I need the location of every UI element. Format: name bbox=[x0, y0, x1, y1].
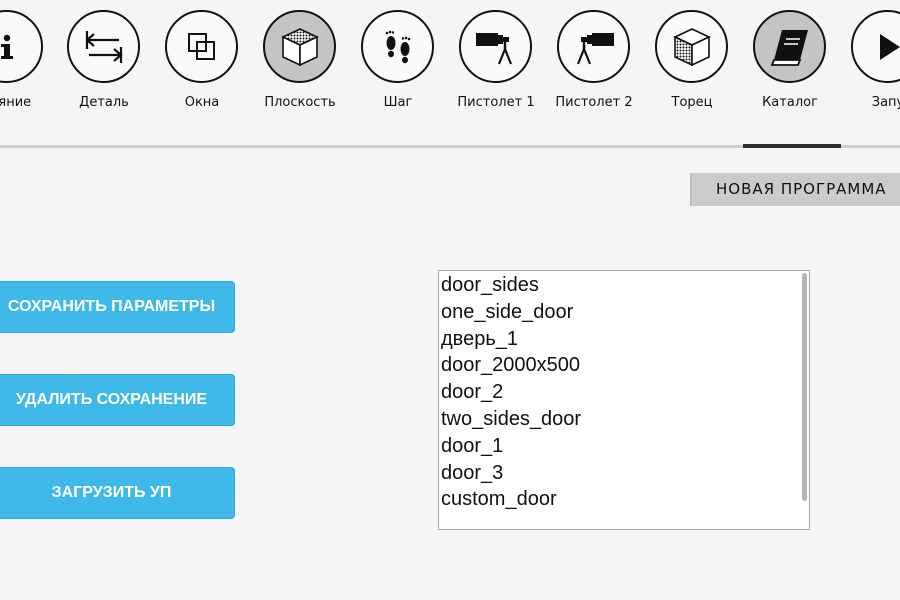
save-parameters-button[interactable]: СОХРАНИТЬ ПАРАМЕТРЫ bbox=[0, 281, 235, 333]
tool-end[interactable]: Торец bbox=[643, 10, 743, 140]
plane-cube-icon bbox=[263, 10, 336, 83]
top-toolbar: тояние Деталь bbox=[0, 0, 900, 150]
new-program-tab[interactable]: НОВАЯ ПРОГРАММА bbox=[690, 173, 900, 206]
scrollbar-thumb[interactable] bbox=[802, 273, 807, 501]
list-item[interactable]: one_side_door bbox=[439, 299, 809, 326]
tool-run[interactable]: Запу bbox=[839, 10, 900, 140]
list-item[interactable]: door_2000x500 bbox=[439, 352, 809, 379]
saved-programs-list[interactable]: door_sides one_side_door дверь_1 door_20… bbox=[438, 270, 810, 530]
tool-label: Торец bbox=[671, 95, 713, 110]
play-icon bbox=[851, 10, 900, 83]
tool-label: Пистолет 2 bbox=[555, 95, 633, 110]
tool-windows[interactable]: Окна bbox=[153, 10, 253, 140]
tool-label: Плоскость bbox=[264, 95, 336, 110]
list-item[interactable]: door_1 bbox=[439, 433, 809, 460]
list-item[interactable]: two_sides_door bbox=[439, 406, 809, 433]
tool-label: Каталог bbox=[762, 95, 818, 110]
list-item[interactable]: door_sides bbox=[439, 272, 809, 299]
tool-detail[interactable]: Деталь bbox=[55, 10, 155, 140]
tool-label: Шаг bbox=[383, 95, 413, 110]
tool-step[interactable]: Шаг bbox=[349, 10, 449, 140]
list-item[interactable]: дверь_1 bbox=[439, 326, 809, 353]
delete-save-button[interactable]: УДАЛИТЬ СОХРАНЕНИЕ bbox=[0, 374, 235, 426]
list-item[interactable]: door_3 bbox=[439, 460, 809, 487]
tool-label: Окна bbox=[184, 95, 220, 110]
tool-state[interactable]: тояние bbox=[0, 10, 58, 140]
list-item[interactable]: door_2 bbox=[439, 379, 809, 406]
gun-2-icon bbox=[557, 10, 630, 83]
footprints-icon bbox=[361, 10, 434, 83]
tool-catalog[interactable]: Каталог bbox=[741, 10, 841, 140]
tool-label: Деталь bbox=[79, 95, 129, 110]
detail-arrows-icon bbox=[67, 10, 140, 83]
tool-label: Запу bbox=[871, 95, 900, 110]
tool-gun-2[interactable]: Пистолет 2 bbox=[545, 10, 645, 140]
end-cube-icon bbox=[655, 10, 728, 83]
info-icon bbox=[0, 10, 43, 83]
active-tab-indicator bbox=[743, 144, 841, 148]
list-scrollbar[interactable] bbox=[802, 273, 808, 527]
list-item[interactable]: custom_door bbox=[439, 486, 809, 513]
catalog-book-icon bbox=[753, 10, 826, 83]
load-program-button[interactable]: ЗАГРУЗИТЬ УП bbox=[0, 467, 235, 519]
tool-label: Пистолет 1 bbox=[457, 95, 535, 110]
page: тояние Деталь bbox=[0, 0, 900, 600]
tool-gun-1[interactable]: Пистолет 1 bbox=[447, 10, 547, 140]
gun-1-icon bbox=[459, 10, 532, 83]
windows-icon bbox=[165, 10, 238, 83]
tool-plane[interactable]: Плоскость bbox=[251, 10, 351, 140]
